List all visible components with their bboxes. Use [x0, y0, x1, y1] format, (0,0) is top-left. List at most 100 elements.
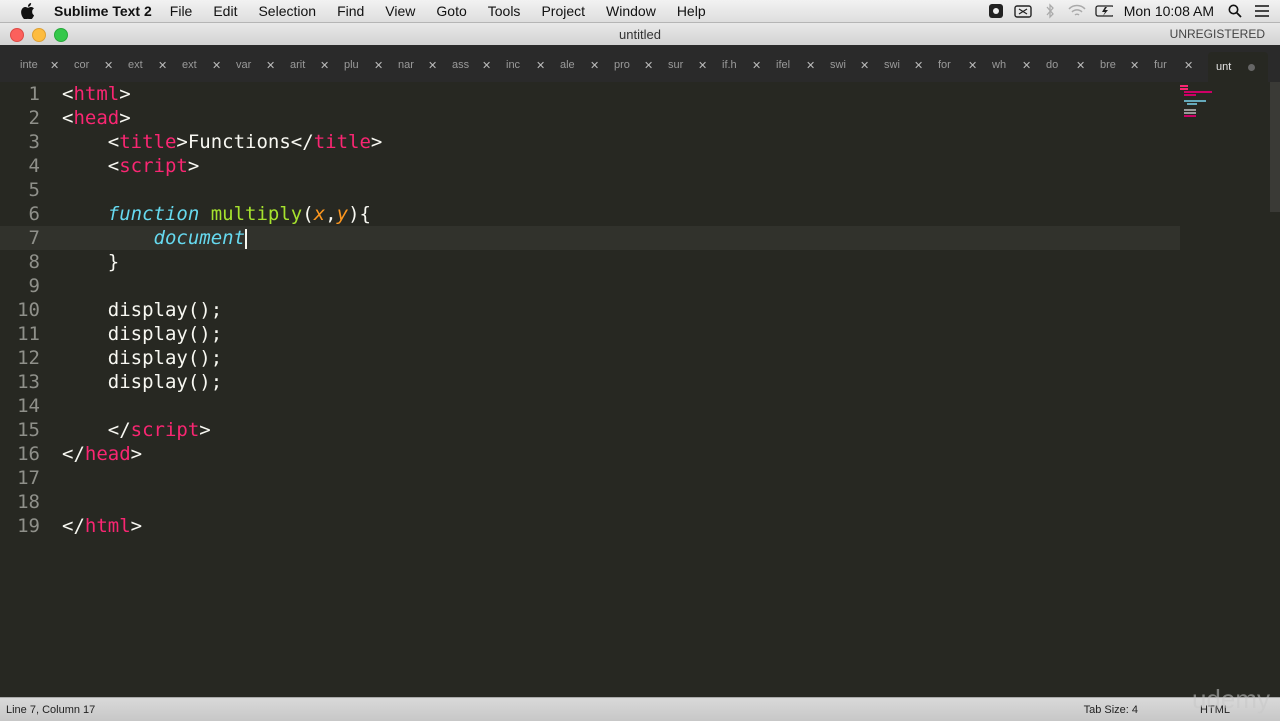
- tab-size-selector[interactable]: Tab Size: 4: [1084, 704, 1138, 716]
- vertical-scrollbar[interactable]: [1270, 82, 1280, 212]
- tab-close-icon[interactable]: ✕: [266, 59, 275, 72]
- code-line[interactable]: 17: [0, 466, 1180, 490]
- file-tab[interactable]: do ✕: [1046, 53, 1098, 77]
- menu-project[interactable]: Project: [541, 3, 585, 19]
- minimap-line: [1184, 115, 1196, 117]
- tab-close-icon[interactable]: ✕: [536, 59, 545, 72]
- code-token: >: [130, 443, 143, 465]
- file-tab[interactable]: inc ✕: [506, 53, 558, 77]
- file-tab[interactable]: pro ✕: [614, 53, 666, 77]
- code-line[interactable]: 5: [0, 178, 1180, 202]
- code-line[interactable]: 8 }: [0, 250, 1180, 274]
- zoom-window-button[interactable]: [54, 28, 68, 42]
- menu-view[interactable]: View: [385, 3, 415, 19]
- wifi-icon[interactable]: [1068, 3, 1086, 19]
- apple-icon[interactable]: [20, 3, 36, 19]
- file-tab[interactable]: bre ✕: [1100, 53, 1152, 77]
- file-tab[interactable]: inte ✕: [20, 53, 72, 77]
- tab-close-icon[interactable]: ✕: [158, 59, 167, 72]
- code-text: display();: [62, 346, 222, 370]
- menu-window[interactable]: Window: [606, 3, 656, 19]
- file-tab[interactable]: var ✕: [236, 53, 288, 77]
- tab-close-icon[interactable]: ✕: [320, 59, 329, 72]
- code-line[interactable]: 15 </script>: [0, 418, 1180, 442]
- menu-help[interactable]: Help: [677, 3, 706, 19]
- code-line[interactable]: 6 function multiply(x,y){: [0, 202, 1180, 226]
- code-line[interactable]: 11 display();: [0, 322, 1180, 346]
- tab-close-icon[interactable]: ✕: [590, 59, 599, 72]
- tab-close-icon[interactable]: ✕: [1022, 59, 1031, 72]
- menu-tools[interactable]: Tools: [488, 3, 521, 19]
- menu-goto[interactable]: Goto: [436, 3, 466, 19]
- code-line[interactable]: 1 <html>: [0, 82, 1180, 106]
- file-tab[interactable]: for ✕: [938, 53, 990, 77]
- tab-close-icon[interactable]: ✕: [104, 59, 113, 72]
- spotlight-search-icon[interactable]: [1226, 3, 1244, 19]
- tab-close-icon[interactable]: ✕: [860, 59, 869, 72]
- battery-icon[interactable]: [1095, 3, 1113, 19]
- file-tab[interactable]: if.h ✕: [722, 53, 774, 77]
- bluetooth-icon[interactable]: [1041, 3, 1059, 19]
- code-line[interactable]: 2 <head>: [0, 106, 1180, 130]
- file-tab[interactable]: ext ✕: [128, 53, 180, 77]
- code-line[interactable]: 4 <script>: [0, 154, 1180, 178]
- tab-label: var: [236, 59, 252, 71]
- tab-close-icon[interactable]: ✕: [698, 59, 707, 72]
- code-line[interactable]: 16 </head>: [0, 442, 1180, 466]
- menu-clock[interactable]: Mon 10:08 AM: [1124, 3, 1214, 19]
- code-line[interactable]: 19 </html>: [0, 514, 1180, 538]
- unsaved-dot-icon[interactable]: [1248, 63, 1255, 71]
- file-tab[interactable]: ale ✕: [560, 53, 612, 77]
- menu-selection[interactable]: Selection: [258, 3, 316, 19]
- file-tab[interactable]: fur ✕: [1154, 53, 1206, 77]
- camera-icon[interactable]: [1014, 3, 1032, 19]
- tab-bar: inte ✕ cor ✕ ext ✕ ext ✕ var ✕ arit ✕ plu ✕ nar…: [0, 45, 1280, 83]
- close-window-button[interactable]: [10, 28, 24, 42]
- code-line[interactable]: 7 document: [0, 226, 1180, 250]
- file-tab[interactable]: ifel ✕: [776, 53, 828, 77]
- code-line[interactable]: 18: [0, 490, 1180, 514]
- tab-close-icon[interactable]: ✕: [1130, 59, 1139, 72]
- code-line[interactable]: 3 <title>Functions</title>: [0, 130, 1180, 154]
- tab-close-icon[interactable]: ✕: [212, 59, 221, 72]
- file-tab[interactable]: sur ✕: [668, 53, 720, 77]
- file-tab[interactable]: wh ✕: [992, 53, 1044, 77]
- code-line[interactable]: 9: [0, 274, 1180, 298]
- line-number: 3: [28, 131, 40, 153]
- tab-close-icon[interactable]: ✕: [1184, 59, 1193, 72]
- app-name-menu[interactable]: Sublime Text 2: [54, 3, 152, 19]
- line-number: 9: [28, 275, 40, 297]
- minimap[interactable]: [1178, 82, 1268, 122]
- screen-recorder-icon[interactable]: [987, 3, 1005, 19]
- tab-close-icon[interactable]: ✕: [752, 59, 761, 72]
- file-tab[interactable]: swi ✕: [830, 53, 882, 77]
- file-tab[interactable]: plu ✕: [344, 53, 396, 77]
- code-line[interactable]: 13 display();: [0, 370, 1180, 394]
- menu-file[interactable]: File: [170, 3, 193, 19]
- notification-center-icon[interactable]: [1253, 3, 1271, 19]
- file-tab-active[interactable]: unt: [1208, 52, 1268, 82]
- tab-close-icon[interactable]: ✕: [50, 59, 59, 72]
- menu-edit[interactable]: Edit: [213, 3, 237, 19]
- code-line[interactable]: 14: [0, 394, 1180, 418]
- file-tab[interactable]: nar ✕: [398, 53, 450, 77]
- file-tab[interactable]: ext ✕: [182, 53, 234, 77]
- minimize-window-button[interactable]: [32, 28, 46, 42]
- tab-close-icon[interactable]: ✕: [374, 59, 383, 72]
- file-tab[interactable]: arit ✕: [290, 53, 342, 77]
- file-tab[interactable]: cor ✕: [74, 53, 126, 77]
- tab-close-icon[interactable]: ✕: [914, 59, 923, 72]
- code-line[interactable]: 10 display();: [0, 298, 1180, 322]
- tab-close-icon[interactable]: ✕: [482, 59, 491, 72]
- code-line[interactable]: 12 display();: [0, 346, 1180, 370]
- tab-close-icon[interactable]: ✕: [968, 59, 977, 72]
- tab-close-icon[interactable]: ✕: [644, 59, 653, 72]
- file-tab[interactable]: ass ✕: [452, 53, 504, 77]
- menu-find[interactable]: Find: [337, 3, 364, 19]
- tab-close-icon[interactable]: ✕: [806, 59, 815, 72]
- tab-close-icon[interactable]: ✕: [428, 59, 437, 72]
- file-tab[interactable]: swi ✕: [884, 53, 936, 77]
- line-number: 12: [17, 347, 40, 369]
- tab-close-icon[interactable]: ✕: [1076, 59, 1085, 72]
- code-editor[interactable]: 1 <html> 2 <head> 3 <title>Functions</title>…: [0, 82, 1280, 697]
